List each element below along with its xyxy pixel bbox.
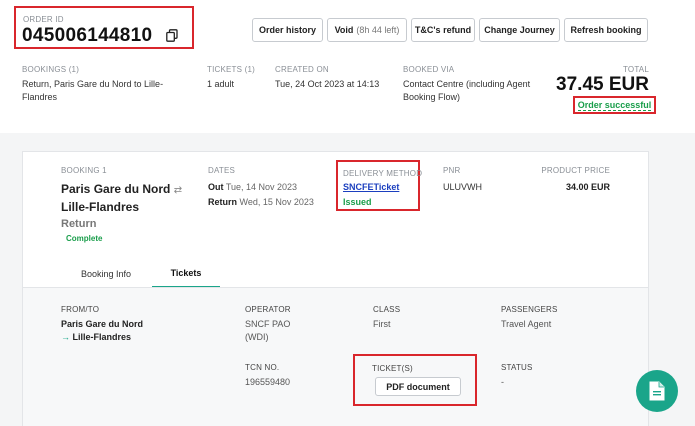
tickets-doc-label: TICKET(S)	[372, 364, 413, 373]
order-status-badge: Order successful	[577, 99, 652, 111]
operator-label: OPERATOR	[245, 305, 291, 314]
order-id-value: 045006144810	[22, 25, 153, 46]
dates-label: DATES	[208, 166, 236, 175]
order-id-box: ORDER ID 045006144810	[14, 6, 194, 49]
bookings-summary: BOOKINGS (1) Return, Paris Gare du Nord …	[22, 65, 182, 104]
tcn-block: TCN NO. 196559480	[245, 363, 290, 389]
out-date-row: Out Tue, 14 Nov 2023	[208, 181, 314, 194]
document-icon	[649, 381, 665, 401]
change-journey-label: Change Journey	[484, 25, 555, 35]
created-label: CREATED ON	[275, 65, 329, 74]
void-button[interactable]: Void (8h 44 left)	[327, 18, 407, 42]
return-label: Return	[208, 197, 237, 207]
tc-refund-label: T&C's refund	[414, 25, 472, 35]
tc-refund-button[interactable]: T&C's refund	[411, 18, 475, 42]
class-label: CLASS	[373, 305, 401, 314]
created-summary: CREATED ON Tue, 24 Oct 2023 at 14:13	[275, 65, 379, 91]
pnr-block: PNR ULUVWH	[443, 166, 482, 194]
operator-value: SNCF PAO (WDI)	[245, 319, 291, 342]
product-price-value: 34.00 EUR	[565, 182, 610, 192]
to-station-row: → Lille-Flandres	[61, 331, 143, 344]
arrow-right-icon: →	[61, 332, 70, 342]
order-history-label: Order history	[258, 25, 316, 35]
operator-block: OPERATOR SNCF PAO (WDI)	[245, 305, 305, 344]
void-label: Void	[334, 25, 354, 35]
created-value: Tue, 24 Oct 2023 at 14:13	[275, 79, 380, 89]
refresh-booking-label: Refresh booking	[570, 25, 642, 35]
bookings-value: Return, Paris Gare du Nord to Lille-Flan…	[22, 79, 164, 102]
status-block: STATUS -	[501, 363, 533, 389]
out-label: Out	[208, 182, 224, 192]
order-summary-panel: ORDER ID 045006144810 Order history Void…	[0, 0, 695, 133]
booking-route: Paris Gare du Nord ⇄	[61, 181, 182, 199]
tickets-value: 1 adult	[207, 79, 235, 89]
booking-number-label: BOOKING 1	[61, 166, 107, 175]
passengers-label: PASSENGERS	[501, 305, 558, 314]
passengers-value: Travel Agent	[501, 319, 552, 329]
ticket-detail-panel: FROM/TO Paris Gare du Nord → Lille-Fland…	[23, 288, 648, 426]
out-date: Tue, 14 Nov 2023	[225, 182, 298, 192]
pdf-document-button[interactable]: PDF document	[375, 377, 461, 396]
booked-via-label: BOOKED VIA	[403, 65, 455, 74]
class-block: CLASS First	[373, 305, 400, 331]
booked-via-summary: BOOKED VIA Contact Centre (including Age…	[403, 65, 543, 104]
dates-block: DATES Out Tue, 14 Nov 2023 Return Wed, 1…	[208, 166, 314, 209]
refresh-booking-button[interactable]: Refresh booking	[564, 18, 648, 42]
tickets-summary: TICKETS (1) 1 adult	[207, 65, 255, 91]
delivery-status: Issued	[343, 197, 372, 207]
class-value: First	[373, 319, 391, 329]
booking-route-block: BOOKING 1 Paris Gare du Nord ⇄ Lille-Fla…	[61, 166, 182, 243]
return-date: Wed, 15 Nov 2023	[239, 197, 314, 207]
route-origin: Paris Gare du Nord	[61, 182, 171, 196]
from-to-label: FROM/TO	[61, 305, 100, 314]
order-history-button[interactable]: Order history	[252, 18, 323, 42]
return-date-row: Return Wed, 15 Nov 2023	[208, 196, 314, 209]
order-id-label: ORDER ID	[23, 15, 64, 24]
copy-icon[interactable]	[166, 29, 178, 42]
booking-type: Return	[61, 218, 97, 230]
order-status-box: Order successful	[573, 96, 656, 114]
to-station: Lille-Flandres	[72, 332, 132, 342]
ticket-status-label: STATUS	[501, 363, 533, 372]
delivery-method-box: DELIVERY METHOD SNCFETicket Issued	[336, 160, 423, 211]
product-price-label: PRODUCT PRICE	[541, 166, 610, 175]
tcn-label: TCN NO.	[245, 363, 280, 372]
tickets-label: TICKETS (1)	[207, 65, 255, 74]
booking-card: BOOKING 1 Paris Gare du Nord ⇄ Lille-Fla…	[22, 151, 649, 426]
bookings-label: BOOKINGS (1)	[22, 65, 80, 74]
from-to-block: FROM/TO Paris Gare du Nord → Lille-Fland…	[61, 305, 143, 344]
tab-tickets[interactable]: Tickets	[152, 260, 220, 288]
from-station: Paris Gare du Nord	[61, 319, 144, 329]
delivery-method-label: DELIVERY METHOD	[343, 169, 423, 178]
tcn-value: 196559480	[245, 377, 291, 387]
document-fab-button[interactable]	[636, 370, 678, 412]
route-destination: Lille-Flandres	[61, 200, 140, 214]
delivery-method-link[interactable]: SNCFETicket	[343, 182, 399, 192]
tab-booking-info[interactable]: Booking Info	[65, 260, 147, 288]
passengers-block: PASSENGERS Travel Agent	[501, 305, 558, 331]
change-journey-button[interactable]: Change Journey	[479, 18, 560, 42]
product-price-block: PRODUCT PRICE 34.00 EUR	[541, 166, 610, 194]
booking-status-badge: Complete	[66, 234, 103, 243]
pnr-label: PNR	[443, 166, 461, 175]
booked-via-value: Contact Centre (including Agent Booking …	[403, 79, 531, 102]
tickets-box: TICKET(S) PDF document	[353, 354, 477, 406]
swap-arrows-icon: ⇄	[173, 185, 183, 196]
total-amount: 37.45 EUR	[556, 74, 649, 95]
pnr-value: ULUVWH	[443, 182, 483, 192]
void-time-left: (8h 44 left)	[356, 25, 400, 35]
ticket-status-value: -	[501, 377, 504, 387]
